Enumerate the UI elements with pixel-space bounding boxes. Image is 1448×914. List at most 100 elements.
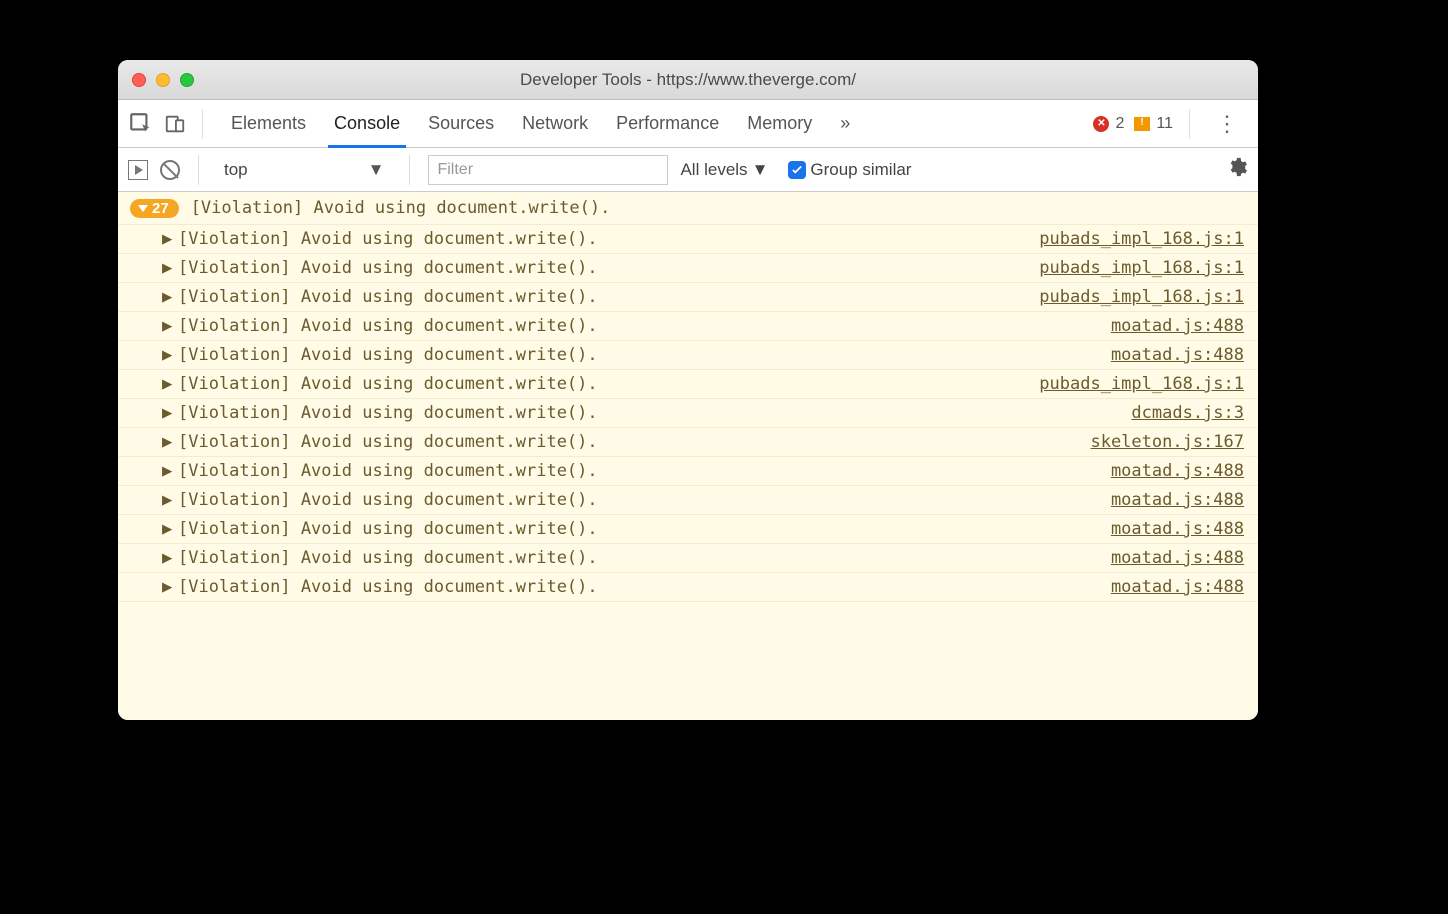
error-icon [1093,116,1109,132]
toggle-device-toolbar-icon[interactable] [162,111,188,137]
disclosure-triangle-icon[interactable]: ▶ [162,258,172,278]
log-row[interactable]: ▶ [Violation] Avoid using document.write(… [118,283,1258,312]
disclosure-triangle-icon[interactable]: ▶ [162,229,172,249]
inspect-element-icon[interactable] [128,111,154,137]
log-message: [Violation] Avoid using document.write()… [178,403,598,423]
separator [198,155,199,185]
error-badge[interactable]: 2 [1093,115,1124,133]
devtools-tabbar: ElementsConsoleSourcesNetworkPerformance… [118,100,1258,148]
log-source-link[interactable]: moatad.js:488 [1111,316,1244,336]
execution-context-icon[interactable] [128,160,148,180]
window-controls [118,73,194,87]
log-row[interactable]: ▶ [Violation] Avoid using document.write(… [118,515,1258,544]
error-count: 2 [1115,115,1124,133]
log-message: [Violation] Avoid using document.write()… [178,229,598,249]
log-message: [Violation] Avoid using document.write()… [178,287,598,307]
panel-tabs: ElementsConsoleSourcesNetworkPerformance… [217,100,826,147]
log-message: [Violation] Avoid using document.write()… [178,345,598,365]
settings-menu-icon[interactable]: ⋮ [1206,111,1248,137]
group-message: [Violation] Avoid using document.write()… [191,198,611,218]
tab-network[interactable]: Network [508,100,602,147]
log-source-link[interactable]: pubads_impl_168.js:1 [1039,258,1244,278]
log-source-link[interactable]: skeleton.js:167 [1090,432,1244,452]
log-row[interactable]: ▶ [Violation] Avoid using document.write(… [118,370,1258,399]
filter-input[interactable] [428,155,668,185]
checkbox-checked-icon [788,161,806,179]
log-source-link[interactable]: moatad.js:488 [1111,577,1244,597]
minimize-window-button[interactable] [156,73,170,87]
tab-memory[interactable]: Memory [733,100,826,147]
log-source-link[interactable]: moatad.js:488 [1111,548,1244,568]
clear-console-icon[interactable] [160,160,180,180]
log-message: [Violation] Avoid using document.write()… [178,432,598,452]
disclosure-triangle-icon[interactable]: ▶ [162,519,172,539]
log-row[interactable]: ▶ [Violation] Avoid using document.write(… [118,254,1258,283]
separator [409,155,410,185]
disclosure-triangle-icon[interactable]: ▶ [162,403,172,423]
console-settings-icon[interactable] [1226,156,1248,183]
tab-console[interactable]: Console [320,100,414,147]
disclosure-triangle-icon[interactable]: ▶ [162,345,172,365]
log-source-link[interactable]: pubads_impl_168.js:1 [1039,374,1244,394]
separator [202,109,203,139]
disclosure-triangle-icon[interactable]: ▶ [162,287,172,307]
group-count: 27 [152,200,169,217]
disclosure-triangle-icon[interactable]: ▶ [162,490,172,510]
disclosure-triangle-icon[interactable]: ▶ [162,461,172,481]
log-row[interactable]: ▶ [Violation] Avoid using document.write(… [118,486,1258,515]
log-row[interactable]: ▶ [Violation] Avoid using document.write(… [118,399,1258,428]
log-source-link[interactable]: moatad.js:488 [1111,345,1244,365]
log-message: [Violation] Avoid using document.write()… [178,577,598,597]
disclosure-triangle-icon[interactable]: ▶ [162,316,172,336]
log-source-link[interactable]: pubads_impl_168.js:1 [1039,229,1244,249]
more-tabs-icon[interactable]: » [834,113,856,134]
tab-sources[interactable]: Sources [414,100,508,147]
group-similar-toggle[interactable]: Group similar [788,160,911,180]
zoom-window-button[interactable] [180,73,194,87]
log-row[interactable]: ▶ [Violation] Avoid using document.write(… [118,573,1258,602]
context-selector-value: top [224,160,248,180]
disclosure-triangle-icon[interactable]: ▶ [162,548,172,568]
log-message: [Violation] Avoid using document.write()… [178,490,598,510]
log-message: [Violation] Avoid using document.write()… [178,258,598,278]
log-message: [Violation] Avoid using document.write()… [178,374,598,394]
tab-performance[interactable]: Performance [602,100,733,147]
log-source-link[interactable]: pubads_impl_168.js:1 [1039,287,1244,307]
console-toolbar: top ▼ All levels ▼ Group similar [118,148,1258,192]
warning-count: 11 [1156,115,1173,133]
log-source-link[interactable]: dcmads.js:3 [1131,403,1244,423]
log-row[interactable]: ▶ [Violation] Avoid using document.write(… [118,341,1258,370]
log-source-link[interactable]: moatad.js:488 [1111,490,1244,510]
log-group-header[interactable]: 27 [Violation] Avoid using document.writ… [118,192,1258,225]
log-message: [Violation] Avoid using document.write()… [178,548,598,568]
log-message: [Violation] Avoid using document.write()… [178,461,598,481]
log-row[interactable]: ▶ [Violation] Avoid using document.write(… [118,457,1258,486]
close-window-button[interactable] [132,73,146,87]
disclosure-triangle-icon[interactable]: ▶ [162,374,172,394]
separator [1189,109,1190,139]
console-body: 27 [Violation] Avoid using document.writ… [118,192,1258,720]
group-similar-label: Group similar [810,160,911,180]
warning-badge[interactable]: 11 [1134,115,1173,133]
chevron-down-icon: ▼ [368,160,385,180]
status-badges: 2 11 ⋮ [1093,109,1248,139]
log-source-link[interactable]: moatad.js:488 [1111,461,1244,481]
log-row[interactable]: ▶ [Violation] Avoid using document.write(… [118,225,1258,254]
group-count-badge: 27 [130,199,179,218]
log-list: ▶ [Violation] Avoid using document.write(… [118,225,1258,602]
log-row[interactable]: ▶ [Violation] Avoid using document.write(… [118,544,1258,573]
tab-elements[interactable]: Elements [217,100,320,147]
titlebar: Developer Tools - https://www.theverge.c… [118,60,1258,100]
log-row[interactable]: ▶ [Violation] Avoid using document.write(… [118,428,1258,457]
disclosure-triangle-icon[interactable]: ▶ [162,577,172,597]
devtools-window: Developer Tools - https://www.theverge.c… [118,60,1258,720]
log-message: [Violation] Avoid using document.write()… [178,519,598,539]
log-source-link[interactable]: moatad.js:488 [1111,519,1244,539]
context-selector[interactable]: top ▼ [217,157,391,183]
log-levels-selector[interactable]: All levels ▼ [680,160,768,180]
log-row[interactable]: ▶ [Violation] Avoid using document.write(… [118,312,1258,341]
disclosure-triangle-icon[interactable]: ▶ [162,432,172,452]
chevron-down-icon [138,205,148,212]
warning-icon [1134,117,1150,131]
log-message: [Violation] Avoid using document.write()… [178,316,598,336]
